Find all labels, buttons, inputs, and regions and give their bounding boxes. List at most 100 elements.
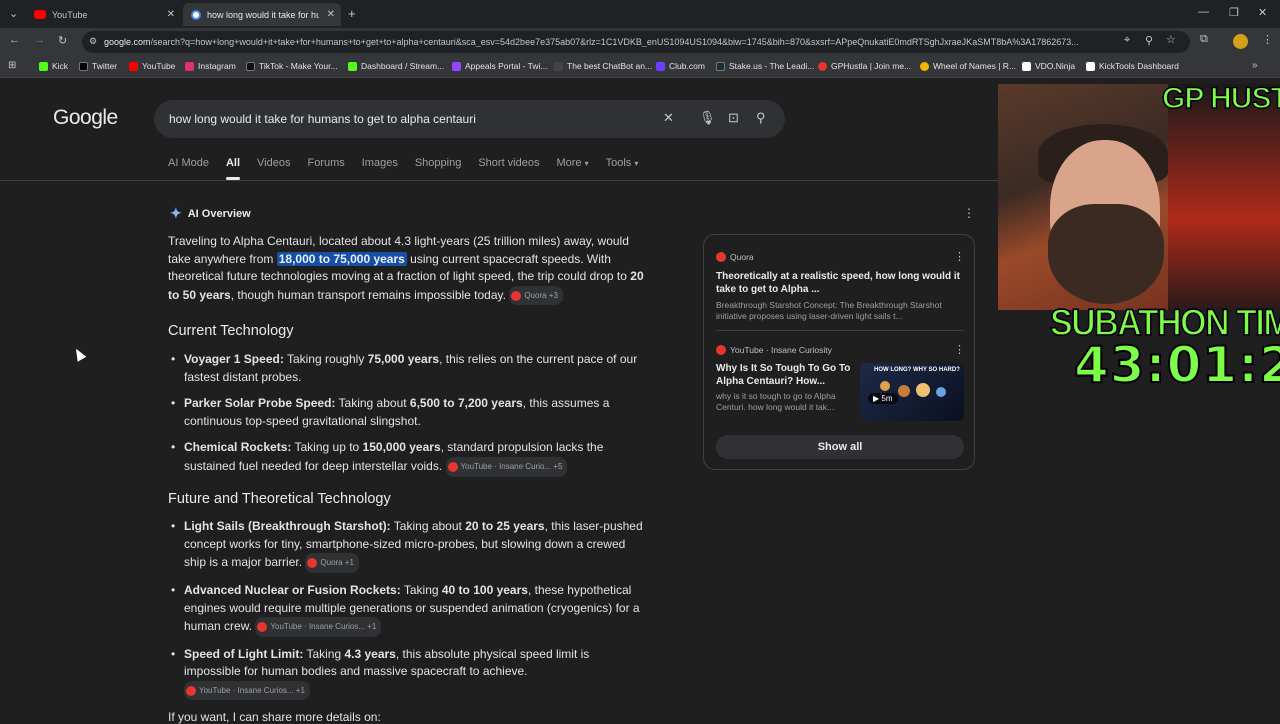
list-item: Parker Solar Probe Speed: Taking about 6…	[171, 395, 648, 430]
source-title[interactable]: Theoretically at a realistic speed, how …	[716, 271, 960, 296]
gaming-chair	[1168, 84, 1280, 310]
site-info-icon[interactable]: ⚙	[89, 36, 97, 47]
bookmark-kicktools[interactable]: KickTools Dashboard	[1086, 61, 1179, 71]
list-item: Voyager 1 Speed: Taking roughly 75,000 y…	[171, 351, 648, 386]
bookmarks-bar: ⊞ Kick Twitter YouTube Instagram TikTok …	[0, 56, 1280, 78]
close-icon[interactable]: ✕	[167, 9, 175, 20]
tab-short-videos[interactable]: Short videos	[478, 157, 539, 179]
section-heading: Current Technology	[168, 323, 294, 340]
location-icon[interactable]: ⌖	[1124, 34, 1130, 47]
bookmark-vdo[interactable]: VDO.Ninja	[1022, 61, 1075, 71]
gphustla-icon	[818, 61, 827, 71]
bookmark-kick[interactable]: Kick	[39, 61, 68, 71]
wheel-icon	[920, 61, 929, 71]
quora-icon	[716, 252, 726, 262]
profile-avatar[interactable]	[1233, 34, 1248, 49]
new-tab-icon[interactable]: +	[348, 6, 356, 21]
chevron-down-icon: ▾	[634, 159, 639, 168]
youtube-icon	[186, 685, 196, 696]
tab-all[interactable]: All	[225, 157, 241, 180]
channel-name-overlay: GP HUSTLA	[1161, 81, 1280, 116]
vdo-icon	[1022, 61, 1031, 71]
minimize-icon[interactable]: —	[1198, 6, 1209, 18]
youtube-icon	[716, 345, 726, 355]
more-options-icon[interactable]: ⋮	[954, 343, 965, 356]
twitter-icon	[79, 61, 88, 71]
more-options-icon[interactable]: ⋮	[963, 206, 975, 220]
forward-icon[interactable]: →	[34, 34, 45, 46]
tab-title: how long would it take for hum	[207, 9, 319, 20]
reload-icon[interactable]: ↻	[58, 34, 67, 47]
youtube-icon	[257, 621, 268, 632]
more-options-icon[interactable]: ⋮	[954, 250, 965, 263]
bookmark-tiktok[interactable]: TikTok - Make Your...	[246, 61, 338, 71]
kick-icon	[348, 61, 357, 71]
list-item: Speed of Light Limit: Taking 4.3 years, …	[171, 646, 648, 701]
tab-forums[interactable]: Forums	[307, 157, 344, 179]
bookmark-star-icon[interactable]: ☆	[1166, 33, 1176, 46]
follow-up-text: If you want, I can share more details on…	[168, 710, 381, 724]
search-icon[interactable]: ⚲	[756, 110, 766, 126]
extensions-icon[interactable]: ⧉	[1200, 33, 1208, 46]
bookmark-chatbot[interactable]: The best ChatBot an...	[554, 61, 652, 71]
tab-search-icon[interactable]: ⌄	[9, 7, 18, 20]
citation-chip[interactable]: YouTube · Insane Curios... +1	[184, 680, 310, 701]
club-icon	[656, 61, 665, 71]
source-snippet: why is it so tough to go to Alpha Centur…	[716, 391, 836, 412]
lens-icon[interactable]: ⊡	[728, 110, 739, 126]
webcam-overlay	[998, 84, 1280, 310]
close-icon[interactable]: ✕	[327, 9, 335, 20]
address-bar[interactable]: ⚙ google.com/search?q=how+long+would+it+…	[82, 31, 1190, 53]
mic-icon[interactable]: 🎙	[699, 110, 716, 126]
planet-graphic	[916, 383, 930, 397]
browser-tab-strip: ⌄ YouTube ✕ how long would it take for h…	[0, 0, 1280, 28]
source-label: YouTube · Insane Curiosity	[716, 345, 832, 355]
citation-chip[interactable]: Quora +1	[305, 553, 359, 573]
zoom-icon[interactable]: ⚲	[1145, 34, 1153, 47]
sparkle-icon: ✦	[170, 205, 182, 221]
tab-google-search[interactable]: how long would it take for hum ✕	[183, 3, 341, 26]
video-thumbnail[interactable]: HOW LONG? WHY SO HARD? ▶ 5m	[860, 363, 964, 421]
search-query: how long would it take for humans to get…	[169, 112, 476, 126]
future-tech-list: Light Sails (Breakthrough Starshot): Tak…	[168, 518, 648, 701]
citation-chip[interactable]: Quora +3	[509, 285, 563, 306]
bookmark-youtube[interactable]: YouTube	[129, 61, 175, 71]
window-close-icon[interactable]: ✕	[1258, 6, 1267, 19]
restore-icon[interactable]: ❐	[1229, 6, 1239, 19]
tab-videos[interactable]: Videos	[257, 157, 290, 179]
clear-icon[interactable]: ✕	[663, 110, 674, 126]
menu-icon[interactable]: ⋮	[1262, 33, 1273, 46]
tab-shopping[interactable]: Shopping	[415, 157, 462, 179]
bookmark-instagram[interactable]: Instagram	[185, 61, 236, 71]
google-logo[interactable]: Google	[53, 106, 118, 130]
bookmark-wheel[interactable]: Wheel of Names | R...	[920, 61, 1016, 71]
intro-paragraph: Traveling to Alpha Centauri, located abo…	[168, 233, 648, 306]
bookmark-stake[interactable]: Stake.us - The Leadi...	[716, 61, 814, 71]
tab-ai-mode[interactable]: AI Mode	[168, 157, 209, 179]
bookmark-twitter[interactable]: Twitter	[79, 61, 117, 71]
youtube-icon	[447, 461, 458, 472]
search-input[interactable]: how long would it take for humans to get…	[154, 100, 785, 138]
back-icon[interactable]: ←	[9, 34, 20, 46]
tab-more[interactable]: More ▾	[556, 157, 588, 179]
source-snippet: Breakthrough Starshot Concept: The Break…	[716, 300, 942, 321]
show-all-button[interactable]: Show all	[716, 435, 964, 459]
bookmark-gphustla[interactable]: GPHustla | Join me...	[818, 61, 911, 71]
citation-chip[interactable]: YouTube · Insane Curios... +1	[255, 617, 382, 637]
youtube-icon	[34, 10, 46, 19]
thumbnail-text: HOW LONG? WHY SO HARD?	[874, 367, 960, 373]
bookmark-club[interactable]: Club.com	[656, 61, 705, 71]
sources-card: Quora ⋮ Theoretically at a realistic spe…	[703, 234, 975, 470]
tab-tools[interactable]: Tools ▾	[606, 157, 639, 179]
streamer-beard	[1048, 204, 1164, 304]
source-label: Quora	[716, 252, 754, 262]
tab-youtube[interactable]: YouTube ✕	[26, 3, 181, 26]
tab-images[interactable]: Images	[362, 157, 398, 179]
more-bookmarks-icon[interactable]: »	[1252, 60, 1258, 71]
citation-chip[interactable]: YouTube · Insane Curio... +5	[445, 456, 568, 477]
chatbot-icon	[554, 61, 563, 71]
bookmark-appeals[interactable]: Appeals Portal - Twi...	[452, 61, 548, 71]
source-title[interactable]: Why Is It So Tough To Go To Alpha Centau…	[716, 363, 852, 388]
apps-icon[interactable]: ⊞	[8, 60, 16, 71]
bookmark-dashboard[interactable]: Dashboard / Stream...	[348, 61, 444, 71]
